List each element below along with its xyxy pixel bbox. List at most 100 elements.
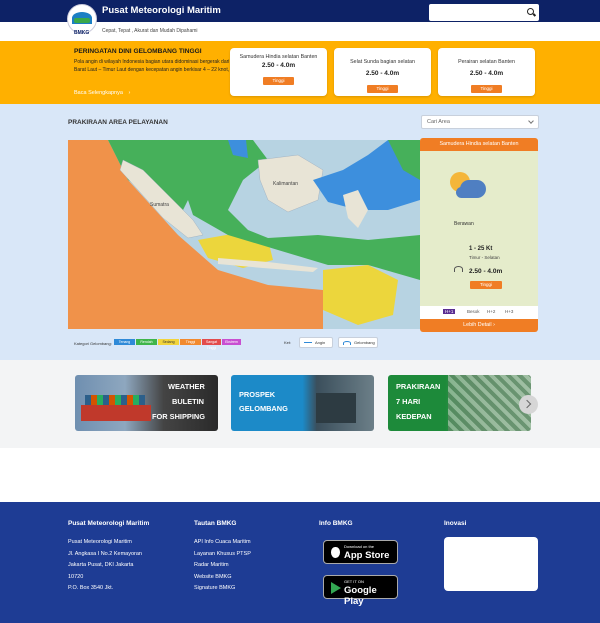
legend-label: Kategori Gelombang: (74, 341, 112, 346)
app-store-small: Download on the (344, 544, 375, 549)
footer-links: API Info Cuaca Maritim Layanan Khusus PT… (194, 537, 251, 595)
map-label-kalimantan: Kalimantan (273, 181, 298, 187)
carousel-next-button[interactable] (519, 395, 538, 414)
banner-title-line: PROSPEK (239, 390, 276, 399)
wind-icon (304, 342, 312, 343)
banner-title-line: BULETIN (172, 397, 205, 406)
area-select[interactable]: Cari Area (421, 115, 539, 129)
chevron-down-icon (528, 118, 534, 124)
address-line: Jakarta Pusat, DKI Jakarta (68, 562, 134, 568)
panel-sky: Berawan (454, 221, 474, 227)
chevron-right-icon: › (128, 90, 131, 96)
day-tab[interactable]: H+3 (505, 309, 513, 314)
panel-wind-dir: Timur - Selatan (469, 255, 500, 260)
google-play-button[interactable]: GET IT ON Google Play (323, 575, 398, 607)
address-line: 10720 (68, 573, 84, 580)
warning-card-value: 2.50 - 4.0m (365, 70, 400, 77)
map-zone-moderate[interactable] (323, 265, 398, 325)
footer-link[interactable]: Radar Maritim (194, 560, 251, 572)
wave-layer-label: Gelombang (354, 340, 375, 345)
search-input[interactable] (429, 4, 539, 21)
day-tab[interactable]: H+1 (443, 309, 456, 314)
wave-icon (343, 341, 351, 345)
map-label-sumatra: Sumatra (150, 202, 169, 208)
banner-wave-outlook[interactable]: PROSPEK GELOMBANG (231, 375, 374, 431)
area-detail-panel: Samudera Hindia selatan Banten Berawan 1… (420, 138, 538, 332)
read-more-label: Baca Selengkapnya (74, 90, 123, 96)
warning-text: Pola angin di wilayah Indonesia bagian u… (74, 59, 230, 73)
banner-weather-bulletin[interactable]: WEATHER BULETIN FOR SHIPPING (75, 375, 218, 431)
legend-high: Tinggi (180, 339, 201, 345)
banner-7-day-forecast[interactable]: PRAKIRAAN 7 HARI KEDEPAN (388, 375, 531, 431)
forecast-map[interactable]: Sumatra Kalimantan (68, 140, 420, 329)
warning-card-area: Samudera Hindia selatan Banten (239, 54, 318, 60)
footer-col3-title: Info BMKG (319, 520, 353, 527)
warning-card[interactable]: Selat Sunda bagian selatan 2.50 - 4.0m T… (334, 48, 431, 96)
read-more-link[interactable]: Baca Selengkapnya › (74, 90, 130, 96)
legend-low: Rendah (136, 339, 157, 345)
address-line: P.O. Box 3540 Jkt. (68, 585, 114, 591)
google-play-small: GET IT ON (344, 579, 364, 584)
legend-calm: Tenang (114, 339, 135, 345)
area-select-value: Cari Area (427, 119, 450, 125)
footer-link[interactable]: Website BMKG (194, 572, 251, 584)
google-play-icon (331, 582, 341, 594)
google-play-label: Google Play (344, 585, 377, 607)
site-title[interactable]: Pusat Meteorologi Maritim (102, 5, 221, 16)
logo-text: BMKG (74, 30, 90, 36)
search-icon[interactable] (527, 8, 534, 15)
cloud-sun-icon (450, 172, 492, 202)
wave-layer-button[interactable]: Gelombang (338, 337, 378, 348)
day-tab[interactable]: H+2 (487, 309, 495, 314)
warning-title: PERINGATAN DINI GELOMBANG TINGGI (74, 48, 202, 55)
app-store-button[interactable]: Download on the App Store (323, 540, 398, 564)
wave-icon (454, 266, 463, 272)
warning-card-badge: Tinggi (367, 85, 398, 93)
footer-col1-title: Pusat Meteorologi Maritim (68, 520, 150, 527)
forecast-title: PRAKIRAAN AREA PELAYANAN (68, 119, 168, 126)
warning-card[interactable]: Samudera Hindia selatan Banten 2.50 - 4.… (230, 48, 327, 96)
banner-title-line: KEDEPAN (396, 412, 432, 421)
banner-title-line: 7 HARI (396, 397, 421, 406)
warning-card-area: Selat Sunda bagian selatan (350, 59, 415, 65)
banner-title-line: FOR SHIPPING (152, 412, 205, 421)
legend-very-high: Sangat Tinggi (202, 339, 221, 350)
more-detail-label: Lebih Detail (463, 322, 492, 328)
warning-card-area: Perairan selatan Banten (458, 59, 515, 65)
footer-link[interactable]: Layanan Khusus PTSP (194, 549, 251, 561)
day-tabs: H+1 Besok H+2 H+3 (420, 306, 538, 319)
more-detail-button[interactable]: Lebih Detail › (420, 319, 538, 332)
site-tagline: Cepat, Tepat , Akurat dan Mudah Dipahami (102, 28, 198, 34)
ship-bridge-photo (316, 393, 356, 423)
wind-layer-label: Angin (315, 340, 326, 345)
footer-link[interactable]: Signature BMKG (194, 583, 251, 595)
warning-card[interactable]: Perairan selatan Banten 2.50 - 4.0m Ting… (438, 48, 535, 96)
panel-badge: Tinggi (470, 281, 502, 289)
banner-title-line: PRAKIRAAN (396, 382, 441, 391)
cargo-ship-photo (81, 405, 151, 421)
warning-card-badge: Tinggi (471, 85, 502, 93)
panel-wind: 1 - 25 Kt (469, 246, 493, 252)
address-line: Pusat Meteorologi Maritim (68, 539, 132, 545)
banner-title-line: WEATHER (168, 382, 205, 391)
banner-title-line: GELOMBANG (239, 404, 288, 413)
layers-label: Ket: (284, 340, 292, 345)
chevron-right-icon: › (493, 322, 495, 328)
apple-icon (331, 547, 340, 558)
wind-layer-button[interactable]: Angin (299, 337, 333, 348)
footer-address: Pusat Meteorologi Maritim Jl. Angkasa I … (68, 537, 178, 595)
legend-moderate: Sedang (158, 339, 179, 345)
footer-link[interactable]: API Info Cuaca Maritim (194, 537, 251, 549)
footer-col4-title: Inovasi (444, 520, 467, 527)
legend-extreme: Ekstrem (222, 339, 241, 345)
panel-wave: 2.50 - 4.0m (469, 268, 503, 275)
address-line: Jl. Angkasa I No.2 Kemayoran (68, 550, 142, 557)
wave-category-map[interactable]: Sumatra Kalimantan (68, 140, 420, 329)
innovation-box[interactable] (444, 537, 538, 591)
app-store-label: App Store (344, 550, 390, 561)
warning-card-badge: Tinggi (263, 77, 294, 85)
panel-title: Samudera Hindia selatan Banten (420, 138, 538, 151)
footer-col2-title: Tautan BMKG (194, 520, 237, 527)
warning-card-value: 2.50 - 4.0m (261, 62, 296, 69)
day-tab[interactable]: Besok (467, 309, 480, 314)
